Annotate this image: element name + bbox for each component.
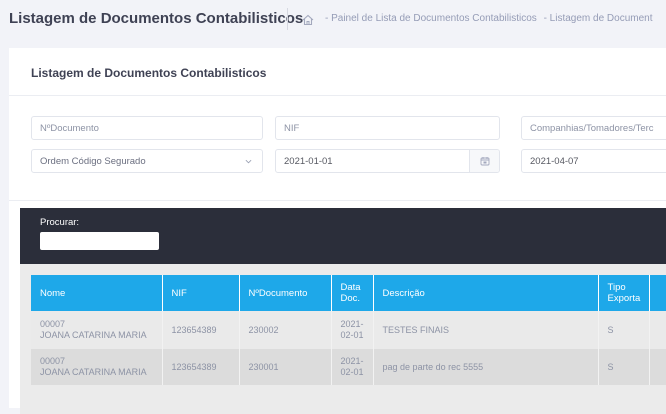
cell-nome-code: 00007	[40, 319, 66, 329]
col-header-ndocumento[interactable]: NºDocumento	[239, 275, 332, 311]
col-header-data-doc[interactable]: Data Doc.	[331, 275, 374, 311]
cell-tipo-exporta: S	[598, 311, 651, 349]
cell-extra	[649, 349, 666, 385]
cell-ndocumento: 230002	[239, 311, 332, 349]
breadcrumb: - Painel de Lista de Documentos Contabil…	[325, 13, 657, 24]
calendar-icon	[480, 157, 489, 166]
date-from-value: 2021-01-01	[284, 155, 333, 167]
documents-table: Nome NIF NºDocumento Data Doc. Descrição…	[31, 275, 666, 385]
date-to-input[interactable]: 2021-04-07	[521, 149, 666, 173]
col-header-nif[interactable]: NIF	[162, 275, 240, 311]
cell-tipo-exporta: S	[598, 349, 651, 385]
card-divider	[9, 95, 666, 96]
ndocumento-placeholder: NºDocumento	[40, 122, 99, 134]
cell-nif: 123654389	[162, 311, 240, 349]
title-separator	[287, 8, 288, 30]
date-from-input[interactable]: 2021-01-01	[275, 149, 500, 173]
main-card: Listagem de Documentos Contabilisticos N…	[9, 48, 666, 414]
search-input[interactable]	[40, 232, 159, 250]
cell-nif: 123654389	[162, 349, 240, 385]
cell-data-doc: 2021-02-01	[331, 349, 374, 385]
date-from-calendar-button[interactable]	[469, 150, 499, 172]
ordem-select[interactable]: Ordem Código Segurado	[31, 149, 263, 173]
card-title: Listagem de Documentos Contabilisticos	[31, 66, 267, 80]
companhias-input[interactable]: Companhias/Tomadores/Terc	[521, 116, 666, 140]
table-container: Nome NIF NºDocumento Data Doc. Descrição…	[20, 264, 666, 414]
form-divider	[9, 200, 666, 201]
search-label: Procurar:	[40, 217, 80, 228]
table-row[interactable]: 00007 JOANA CATARINA MARIA 123654389 230…	[31, 311, 666, 349]
cell-nome-name: JOANA CATARINA MARIA	[40, 330, 147, 340]
cell-data-doc: 2021-02-01	[331, 311, 374, 349]
ndocumento-input[interactable]: NºDocumento	[31, 116, 263, 140]
ordem-select-value: Ordem Código Segurado	[40, 155, 146, 167]
top-bar: Listagem de Documentos Contabilisticos -…	[0, 0, 666, 40]
breadcrumb-item-painel[interactable]: - Painel de Lista de Documentos Contabil…	[325, 13, 537, 24]
date-to-value: 2021-04-07	[530, 155, 579, 167]
cell-descricao: pag de parte do rec 5555	[373, 349, 599, 385]
table-header-row: Nome NIF NºDocumento Data Doc. Descrição…	[31, 275, 666, 311]
cell-nome: 00007 JOANA CATARINA MARIA	[31, 349, 163, 385]
cell-extra	[649, 311, 666, 349]
nif-input[interactable]: NIF	[275, 116, 500, 140]
nif-placeholder: NIF	[284, 122, 300, 134]
home-icon[interactable]	[301, 13, 315, 27]
page-title: Listagem de Documentos Contabilisticos	[9, 10, 304, 27]
chevron-down-icon	[245, 159, 252, 164]
col-header-descricao[interactable]: Descrição	[373, 275, 599, 311]
col-header-extra	[649, 275, 666, 311]
cell-nome-code: 00007	[40, 356, 66, 366]
col-header-tipo-exporta[interactable]: Tipo Exporta	[598, 275, 651, 311]
cell-ndocumento: 230001	[239, 349, 332, 385]
search-toolbar: Procurar:	[20, 208, 666, 264]
cell-descricao: TESTES FINAIS	[373, 311, 599, 349]
breadcrumb-item-listagem[interactable]: - Listagem de Document	[544, 13, 653, 24]
cell-nome-name: JOANA CATARINA MARIA	[40, 367, 147, 377]
cell-nome: 00007 JOANA CATARINA MARIA	[31, 311, 163, 349]
table-row[interactable]: 00007 JOANA CATARINA MARIA 123654389 230…	[31, 349, 666, 385]
col-header-nome[interactable]: Nome	[31, 275, 163, 311]
companhias-placeholder: Companhias/Tomadores/Terc	[530, 122, 654, 134]
